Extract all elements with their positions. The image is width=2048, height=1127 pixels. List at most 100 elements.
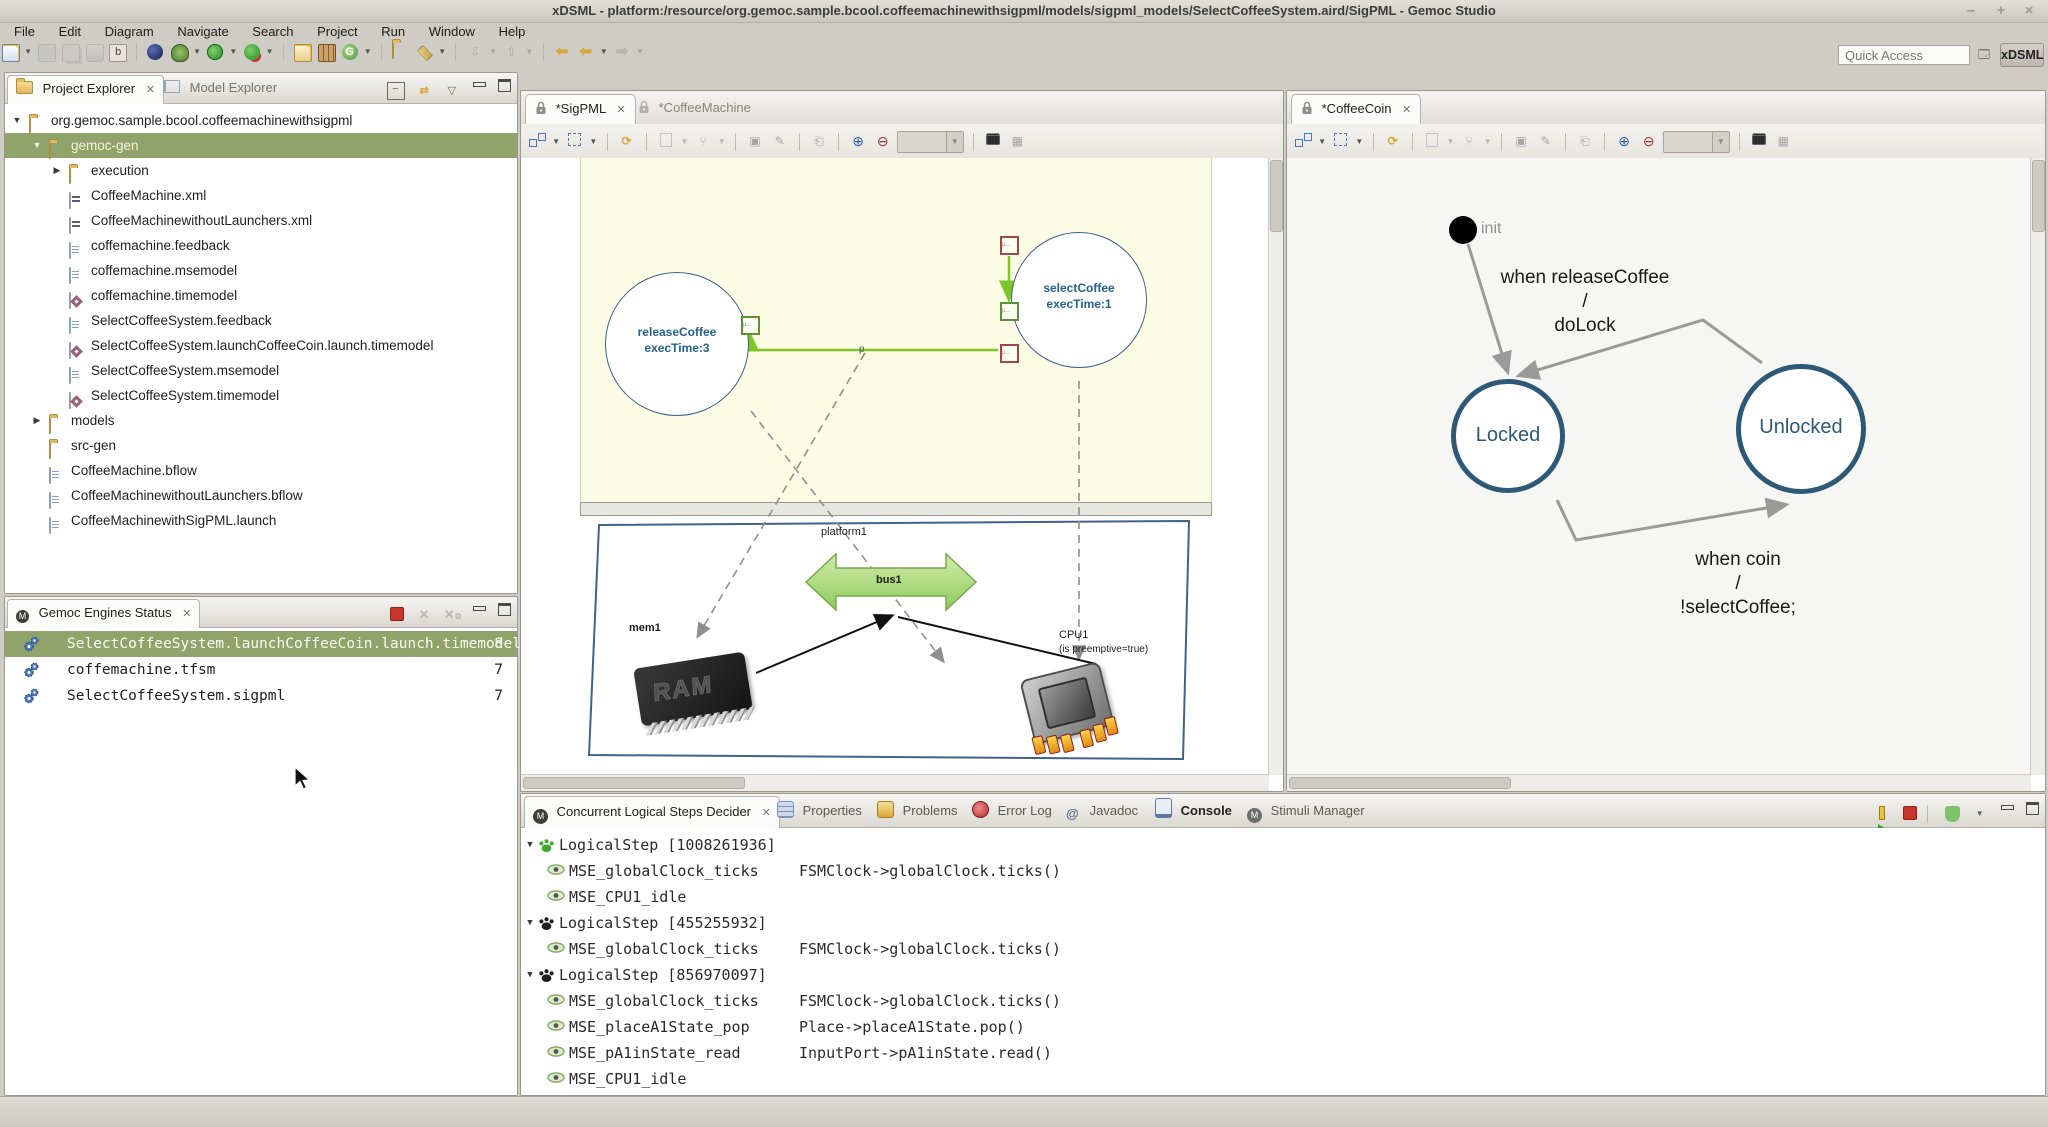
actor-selectcoffee[interactable]: selectCoffee execTime:1: [1011, 232, 1147, 368]
state-locked[interactable]: Locked: [1451, 379, 1565, 493]
engine-row[interactable]: coffemachine.tfsm 7: [5, 657, 517, 683]
maximize-button[interactable]: +: [1990, 2, 2012, 19]
expander-icon[interactable]: ▶: [51, 158, 63, 183]
expander-icon[interactable]: ▼: [524, 962, 536, 988]
layers-icon[interactable]: ▦: [1775, 133, 1792, 150]
view-menu-icon[interactable]: ▽: [444, 83, 460, 99]
stop-icon[interactable]: [1902, 806, 1918, 822]
tree-item[interactable]: CoffeeMachinewithSigPML.launch: [5, 508, 517, 533]
zoom-level-combo[interactable]: [1663, 131, 1713, 153]
align-icon[interactable]: ⑂: [695, 133, 712, 150]
transition-locked-to-unlocked[interactable]: [1557, 500, 1784, 540]
tab-javadoc[interactable]: @ Javadoc: [1058, 796, 1146, 827]
edit-mode-icon[interactable]: ✎: [1537, 133, 1554, 150]
sigpml-canvas[interactable]: releaseCoffee execTime:3 selectCoffee ex…: [521, 158, 1269, 775]
logical-step-row[interactable]: ▼ LogicalStep [455255932]: [521, 910, 2045, 936]
zoom-combo-dropdown[interactable]: ▼: [947, 131, 964, 153]
input-port[interactable]: μ...: [1000, 236, 1019, 255]
next-annotation-icon[interactable]: ⇩: [466, 43, 484, 61]
menu-file[interactable]: File: [4, 23, 45, 40]
minimize-button[interactable]: –: [1960, 2, 1982, 19]
tree-item[interactable]: src-gen: [5, 433, 517, 458]
close-icon[interactable]: ✕: [182, 608, 191, 620]
mse-row[interactable]: MSE_globalClock_ticks FSMClock->globalCl…: [521, 936, 2045, 962]
bus-label[interactable]: bus1: [876, 574, 902, 586]
prev-annotation-dropdown[interactable]: ▼: [525, 43, 534, 61]
perspective-xdsml-button[interactable]: xDSML: [2000, 43, 2044, 67]
expander-icon[interactable]: ▼: [31, 133, 43, 158]
mse-row[interactable]: MSE_CPU1_idle: [521, 884, 2045, 910]
coffeecoin-canvas[interactable]: init Locked Unlocked when releaseCoffee …: [1287, 158, 2031, 775]
paste-layout-icon[interactable]: ⎗: [1576, 133, 1593, 150]
close-button[interactable]: ×: [2018, 2, 2040, 19]
expander-icon[interactable]: ▼: [524, 832, 536, 858]
grid-icon[interactable]: [317, 43, 335, 61]
tree-item[interactable]: CoffeeMachinewithoutLaunchers.bflow: [5, 483, 517, 508]
ram-chip[interactable]: RAM: [633, 652, 753, 727]
tree-item[interactable]: coffemachine.timemodel: [5, 283, 517, 308]
link-with-editor-icon[interactable]: ⇄: [416, 83, 432, 99]
paste-layout-icon[interactable]: ⎗: [810, 133, 827, 150]
decider-dropdown[interactable]: ▼: [1972, 806, 1988, 822]
expander-icon[interactable]: ▼: [524, 910, 536, 936]
arrange-icon[interactable]: [529, 133, 546, 150]
mse-row[interactable]: MSE_CPU1_idle: [521, 1066, 2045, 1092]
maximize-view-icon[interactable]: [498, 79, 511, 92]
cpu-chip[interactable]: [1019, 661, 1115, 745]
select-icon[interactable]: [1332, 133, 1349, 150]
logical-step-row[interactable]: ▼ LogicalStep [1008261936]: [521, 832, 2045, 858]
state-unlocked[interactable]: Unlocked: [1736, 364, 1866, 494]
engine-row[interactable]: SelectCoffeeSystem.sigpml 7: [5, 683, 517, 709]
zoom-combo-dropdown[interactable]: ▼: [1713, 131, 1730, 153]
new-launch-config-icon[interactable]: [293, 43, 311, 61]
export-image-icon[interactable]: [984, 133, 1001, 150]
run-error-dropdown[interactable]: ▼: [265, 43, 274, 61]
close-icon[interactable]: ✕: [146, 84, 155, 96]
logical-step-row[interactable]: ▼ LogicalStep [856970097]: [521, 962, 2045, 988]
tab-console[interactable]: Console: [1147, 796, 1240, 827]
next-annotation-dropdown[interactable]: ▼: [489, 43, 498, 61]
back-icon[interactable]: ⬅: [577, 43, 595, 61]
minimize-view-icon[interactable]: [473, 82, 486, 87]
cpu-label[interactable]: CPU1: [1059, 629, 1088, 641]
tab-problems[interactable]: Problems: [869, 796, 966, 827]
copy-appearance-icon[interactable]: [1423, 133, 1440, 150]
open-perspective-icon[interactable]: 🗔: [1978, 46, 1990, 65]
run-icon[interactable]: [206, 43, 224, 61]
decider-shield-icon[interactable]: [1944, 806, 1960, 822]
expander-icon[interactable]: ▼: [11, 108, 23, 133]
mse-row[interactable]: MSE_placeA1State_pop Place->placeA1State…: [521, 1014, 2045, 1040]
menu-help[interactable]: Help: [489, 23, 536, 40]
edit-mode-icon[interactable]: ✎: [771, 133, 788, 150]
tree-item[interactable]: SelectCoffeeSystem.timemodel: [5, 383, 517, 408]
zoom-out-icon[interactable]: ⊖: [874, 133, 891, 150]
refresh-diagram-icon[interactable]: ⟳: [1384, 133, 1401, 150]
horizontal-scrollbar[interactable]: [1287, 774, 2031, 791]
last-edit-icon[interactable]: ⬅: [553, 43, 571, 61]
horizontal-scrollbar[interactable]: [521, 774, 1269, 791]
tree-item[interactable]: SelectCoffeeSystem.msemodel: [5, 358, 517, 383]
resume-icon[interactable]: [1874, 806, 1890, 822]
open-folder-icon[interactable]: [392, 43, 410, 61]
tab-model-explorer[interactable]: Model Explorer: [155, 75, 285, 103]
tab-properties[interactable]: Properties: [769, 796, 870, 827]
tree-item[interactable]: coffemachine.feedback: [5, 233, 517, 258]
actor-releasecoffee[interactable]: releaseCoffee execTime:3: [605, 272, 749, 416]
print-icon[interactable]: [85, 43, 103, 61]
dispose-all-engines-icon[interactable]: ✕⚙: [444, 607, 460, 623]
align-dropdown[interactable]: ▼: [1483, 133, 1492, 151]
run-dropdown[interactable]: ▼: [229, 43, 238, 61]
launch-icon[interactable]: b: [108, 43, 126, 61]
tab-sigpml[interactable]: *SigPML ✕: [525, 94, 636, 125]
close-icon[interactable]: ✕: [1402, 104, 1411, 116]
platform-link[interactable]: [756, 616, 891, 673]
arrange-dropdown[interactable]: ▼: [552, 133, 561, 151]
engine-row-selected[interactable]: SelectCoffeeSystem.launchCoffeeCoin.laun…: [5, 631, 517, 657]
tree-item[interactable]: ▶execution: [5, 158, 517, 183]
tab-logical-steps-decider[interactable]: M Concurrent Logical Steps Decider ✕: [524, 796, 780, 828]
tab-gemoc-engines-status[interactable]: M Gemoc Engines Status ✕: [7, 599, 200, 628]
refresh-icon[interactable]: G: [341, 43, 359, 61]
select-icon[interactable]: [566, 133, 583, 150]
quick-access-input[interactable]: [1838, 45, 1970, 65]
layers-icon[interactable]: ▦: [1009, 133, 1026, 150]
